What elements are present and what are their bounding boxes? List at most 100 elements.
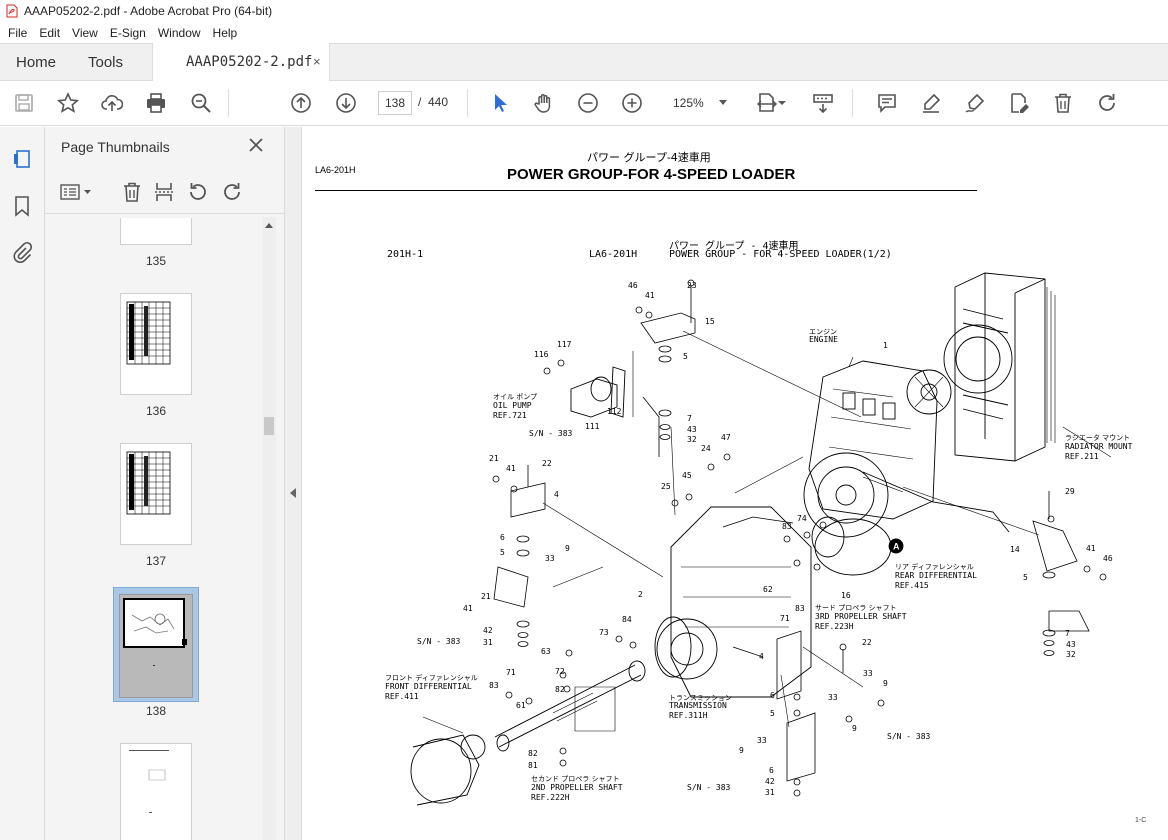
part-number: 42: [765, 777, 775, 786]
part-number: 9: [739, 746, 744, 755]
exploded-parts-diagram: A 46412315 5117116112111 743321 24472141…: [385, 272, 1133, 806]
tab-close-icon[interactable]: ×: [313, 54, 321, 69]
scrollbar-handle[interactable]: [264, 417, 274, 435]
zoom-search-icon[interactable]: [189, 91, 213, 115]
callout-second-shaft-en: 2ND PROPELLER SHAFT: [531, 783, 623, 792]
rear-differential-illustration: [811, 516, 892, 576]
page-separator: /: [418, 95, 422, 109]
previous-page-icon[interactable]: [289, 91, 313, 115]
component-callouts: エンジン ENGINE オイル ポンプ OIL PUMP REF.721 S/N…: [385, 328, 1133, 802]
part-number: 23: [687, 281, 697, 290]
rotate-counterclockwise-icon[interactable]: [185, 180, 211, 204]
window-title-bar: AAAP05202-2.pdf - Adobe Acrobat Pro (64-…: [0, 0, 1168, 22]
part-number: 5: [683, 352, 688, 361]
toolbar-divider: [228, 89, 229, 117]
part-number: 81: [528, 761, 538, 770]
part-number: 5: [1023, 573, 1028, 582]
cloud-upload-icon[interactable]: [100, 91, 124, 115]
menu-help[interactable]: Help: [207, 26, 244, 40]
delete-page-trash-icon[interactable]: [119, 180, 145, 204]
callout-front-diff-jp: フロント ディファレンシャル: [385, 673, 478, 682]
chevron-down-icon[interactable]: [776, 91, 788, 115]
highlight-pen-icon[interactable]: [919, 91, 943, 115]
chevron-up-icon[interactable]: [265, 223, 273, 228]
tab-document[interactable]: AAAP05202-2.pdf ×: [152, 43, 330, 82]
zoom-out-icon[interactable]: [576, 91, 600, 115]
tab-home[interactable]: Home: [16, 54, 56, 71]
part-number: 71: [780, 614, 790, 623]
edit-pdf-icon[interactable]: [1007, 91, 1031, 115]
part-number: 83: [782, 522, 792, 531]
collapse-left-arrow-icon[interactable]: [290, 488, 296, 498]
comment-icon[interactable]: [875, 91, 899, 115]
callout-oil-pump-jp: オイル ポンプ: [493, 393, 537, 401]
rotate-redo-icon[interactable]: [1095, 91, 1119, 115]
menu-file[interactable]: File: [2, 26, 33, 40]
scrolling-mode-icon[interactable]: [811, 91, 835, 115]
part-number: 22: [862, 638, 872, 647]
callout-transmission-ref: REF.311H: [669, 711, 708, 720]
bookmark-star-icon[interactable]: [56, 91, 80, 115]
close-icon[interactable]: [247, 136, 265, 154]
sign-pen-icon[interactable]: [963, 91, 987, 115]
print-icon[interactable]: [144, 91, 168, 115]
delete-trash-icon[interactable]: [1051, 91, 1075, 115]
page-thumbnail-135[interactable]: [120, 218, 192, 245]
save-icon[interactable]: [12, 91, 36, 115]
menu-window[interactable]: Window: [152, 26, 207, 40]
thumbnail-options-menu-icon[interactable]: [59, 180, 93, 204]
part-number: 84: [622, 615, 632, 624]
next-page-icon[interactable]: [334, 91, 358, 115]
rotate-clockwise-icon[interactable]: [219, 180, 245, 204]
part-number: 112: [607, 407, 622, 416]
part-number: 2: [638, 590, 643, 599]
part-number: 71: [506, 668, 516, 677]
part-number: 41: [506, 464, 516, 473]
page-thumbnail-139[interactable]: [120, 743, 192, 840]
hand-tool-icon[interactable]: [532, 91, 556, 115]
part-number: 41: [463, 604, 473, 613]
part-number: 117: [557, 340, 572, 349]
part-number: 33: [757, 736, 767, 745]
thumbnail-toolbar: [45, 172, 285, 214]
page-number-input[interactable]: 138: [378, 91, 412, 115]
select-cursor-icon[interactable]: [488, 91, 512, 115]
callout-sn-4: S/N - 383: [687, 783, 731, 792]
attachments-paperclip-icon[interactable]: [10, 240, 34, 264]
part-number: 6: [770, 691, 775, 700]
part-number: 9: [565, 544, 570, 553]
front-differential-illustration: [410, 734, 486, 806]
part-number: 22: [542, 459, 552, 468]
tab-row: Home Tools AAAP05202-2.pdf ×: [0, 43, 1168, 82]
part-number: 16: [841, 591, 851, 600]
menu-view[interactable]: View: [66, 26, 104, 40]
part-number: 4: [554, 490, 559, 499]
part-number: 31: [765, 788, 775, 797]
thumbnail-scrollbar[interactable]: [262, 217, 276, 840]
tab-tools[interactable]: Tools: [88, 54, 123, 71]
callout-third-shaft-jp: サード プロペラ シャフト: [815, 604, 896, 612]
callout-transmission-en: TRANSMISSION: [669, 701, 727, 710]
callout-second-shaft-jp: セカンド プロペラ シャフト: [531, 775, 619, 783]
callout-marker-a: A: [893, 542, 900, 552]
menu-edit[interactable]: Edit: [33, 26, 66, 40]
part-number: 47: [721, 433, 731, 442]
page-thumbnail-137[interactable]: [120, 443, 192, 545]
zoom-in-icon[interactable]: [620, 91, 644, 115]
toolbar-divider: [467, 89, 468, 117]
page-thumbnail-138[interactable]: [119, 594, 193, 698]
panel-collapse-strip[interactable]: [285, 127, 302, 840]
callout-second-shaft-ref: REF.222H: [531, 793, 570, 802]
thumbnail-drawing-preview: [129, 750, 169, 813]
part-number: 61: [516, 701, 526, 710]
document-view[interactable]: LA6-201H パワー グループ-4速車用 POWER GROUP-FOR 4…: [303, 127, 1168, 840]
part-number: 45: [682, 471, 692, 480]
insert-page-icon[interactable]: [151, 180, 177, 204]
bookmarks-icon[interactable]: [10, 194, 34, 218]
menu-esign[interactable]: E-Sign: [104, 26, 152, 40]
page-thumbnails-icon[interactable]: [10, 147, 34, 171]
page-thumbnail-136[interactable]: [120, 293, 192, 395]
part-number: 63: [541, 647, 551, 656]
zoom-level-select[interactable]: 125%: [665, 91, 735, 115]
part-number: 24: [701, 444, 711, 453]
